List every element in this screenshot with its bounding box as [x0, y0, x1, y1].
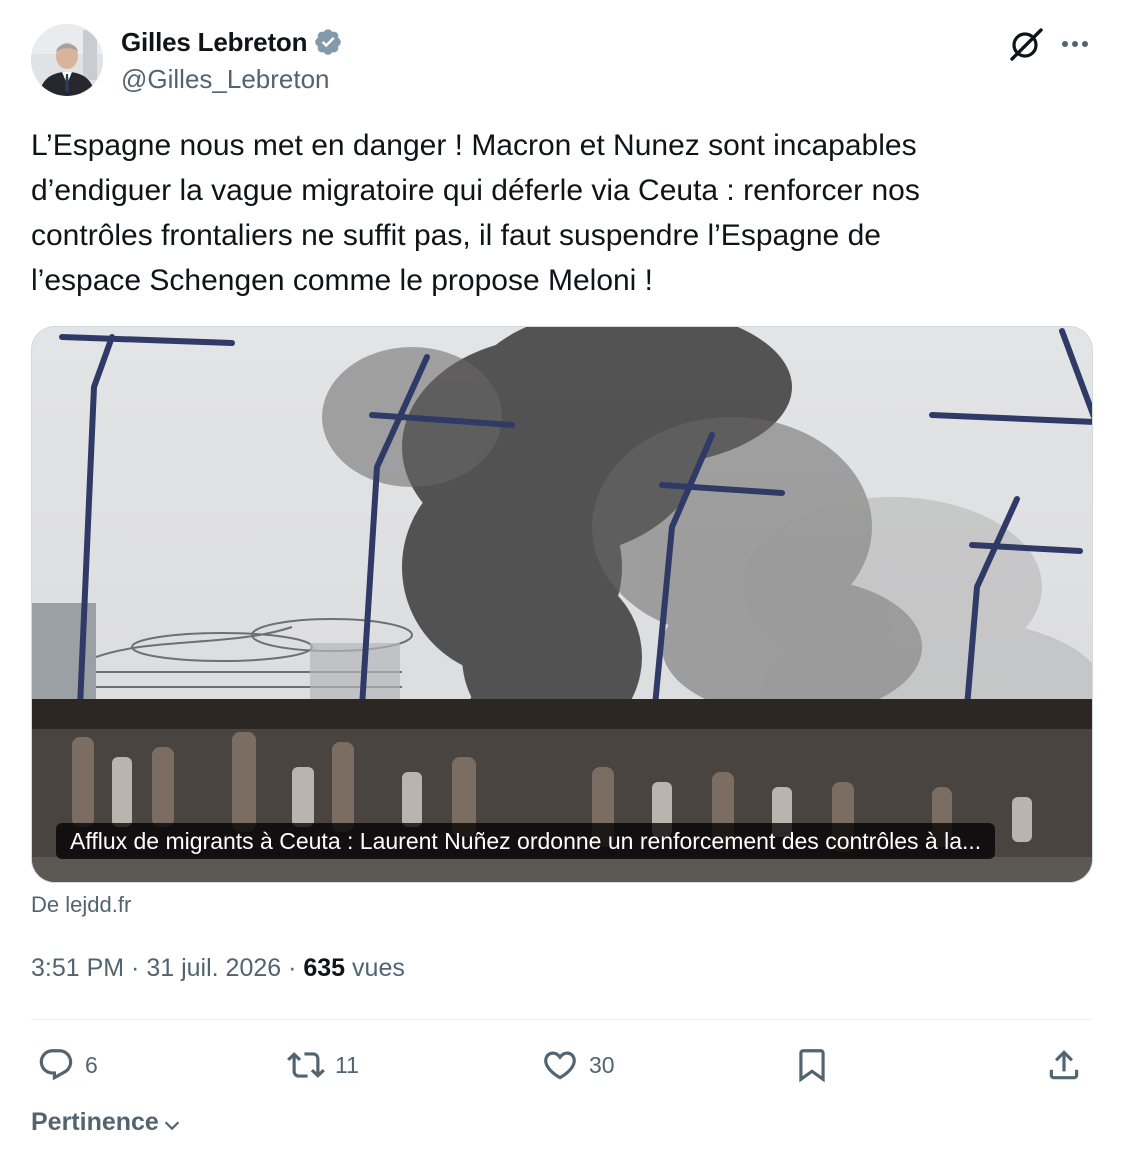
card-caption: Afflux de migrants à Ceuta : Laurent Nuñ…: [56, 823, 996, 859]
more-icon[interactable]: [1055, 28, 1095, 60]
divider: [31, 1019, 1093, 1020]
reply-icon: [39, 1049, 73, 1081]
share-icon: [1049, 1050, 1079, 1080]
repost-button[interactable]: 11: [287, 1040, 359, 1090]
repost-icon: [287, 1052, 325, 1078]
bookmark-icon: [799, 1049, 825, 1083]
author-name[interactable]: Gilles Lebreton: [121, 27, 307, 58]
action-bar: 6 11 30: [31, 1040, 1093, 1090]
reply-count: 6: [85, 1051, 98, 1078]
tweet-text: L’Espagne nous met en danger ! Macron et…: [31, 129, 920, 297]
sort-dropdown[interactable]: Pertinence: [31, 1108, 183, 1137]
sort-label: Pertinence: [31, 1108, 159, 1136]
author-handle[interactable]: @Gilles_Lebreton: [121, 64, 343, 95]
meta-separator: ·: [281, 954, 304, 982]
tweet-time[interactable]: 3:51 PM: [31, 954, 124, 982]
article-photo: [32, 327, 1092, 882]
reply-button[interactable]: 6: [37, 1040, 98, 1090]
meta-separator: ·: [124, 954, 147, 982]
views-count: 635: [303, 954, 346, 982]
repost-count: 11: [335, 1051, 359, 1078]
share-button[interactable]: [1045, 1040, 1083, 1090]
verified-badge-icon[interactable]: [313, 27, 343, 57]
heart-icon: [544, 1051, 576, 1080]
profile-photo: [31, 24, 103, 96]
link-card[interactable]: Afflux de migrants à Ceuta : Laurent Nuñ…: [31, 326, 1093, 883]
tweet-header: Gilles Lebreton @Gilles_Lebreton: [31, 24, 1093, 100]
tweet-date[interactable]: 31 juil. 2026: [146, 954, 281, 982]
card-source[interactable]: De lejdd.fr: [31, 892, 131, 918]
views-label: vues: [345, 954, 405, 982]
grok-icon[interactable]: [1006, 26, 1046, 62]
like-count: 30: [589, 1051, 615, 1078]
like-button[interactable]: 30: [541, 1040, 615, 1090]
avatar[interactable]: [31, 24, 103, 96]
bookmark-button[interactable]: [793, 1040, 831, 1090]
tweet-meta: 3:51 PM · 31 juil. 2026 · 635 vues: [31, 954, 405, 983]
chevron-down-icon: [164, 1120, 180, 1130]
